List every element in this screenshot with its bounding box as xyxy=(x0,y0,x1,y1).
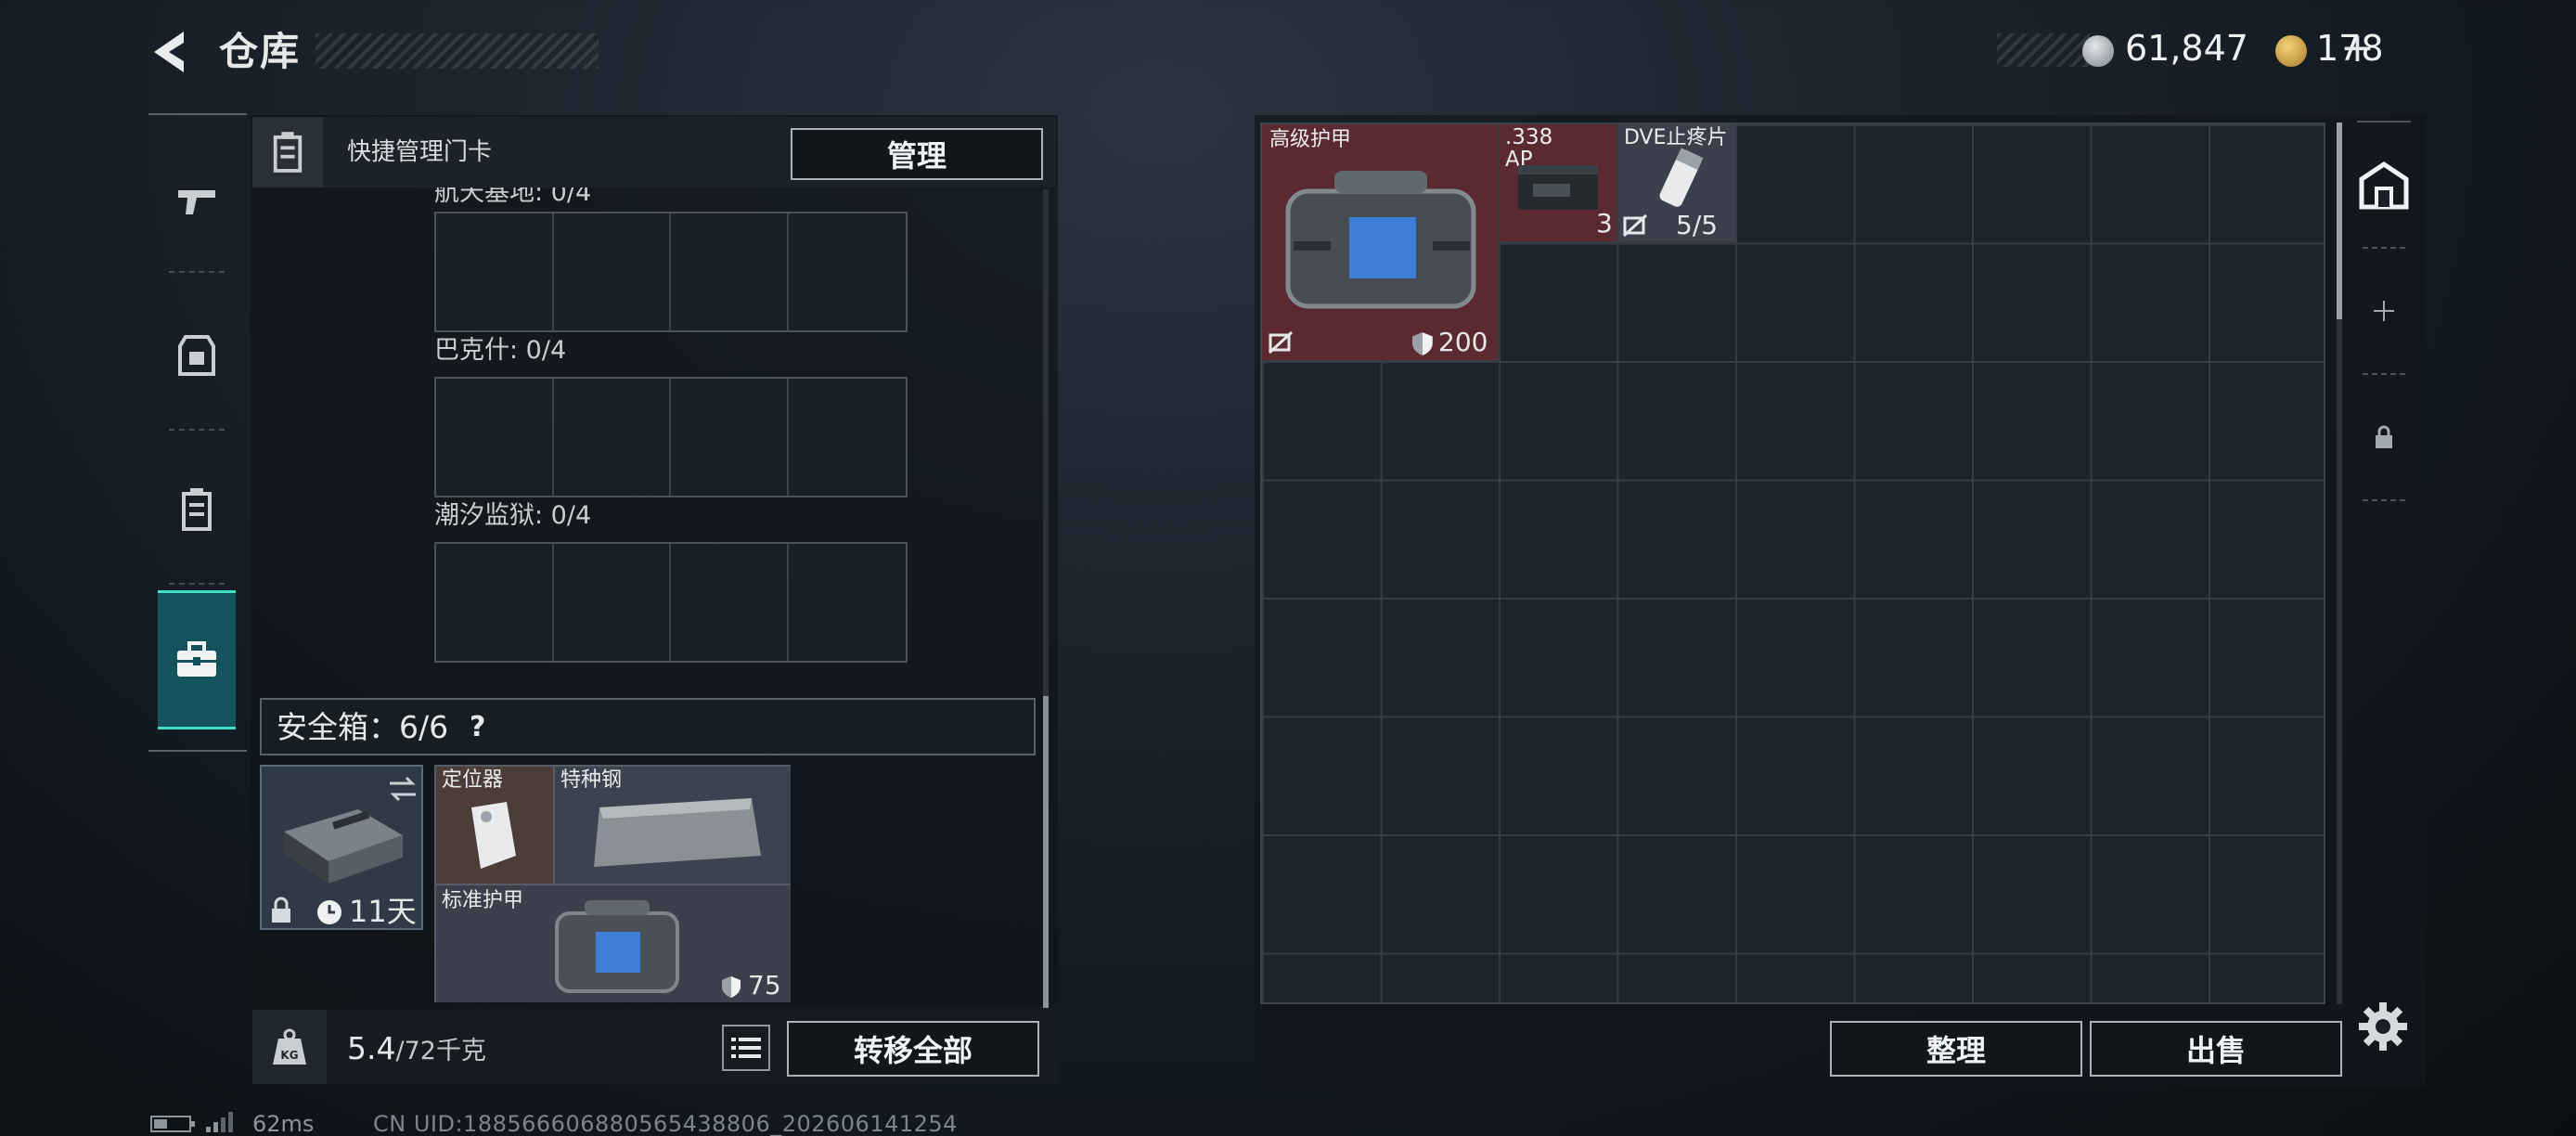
keycard-group-label: 巴克什: 0/4 xyxy=(434,336,567,365)
current-weight: 5.4 xyxy=(347,1030,396,1066)
silver-balance: 61,847 xyxy=(2125,28,2248,69)
signal-icon xyxy=(206,1112,233,1132)
pistol-icon xyxy=(178,190,215,214)
safe-box-slot[interactable]: 11天 xyxy=(260,765,423,930)
item-count: 3 xyxy=(1596,208,1613,239)
sidebar-divider xyxy=(2363,373,2405,375)
keycard-slots[interactable] xyxy=(434,377,908,497)
keycard-case-icon xyxy=(252,117,323,187)
tab-divider xyxy=(169,271,225,273)
stash-scrollbar-thumb[interactable] xyxy=(2337,123,2342,319)
safe-box-timer: 11天 xyxy=(349,894,417,929)
stash-grid[interactable]: 高级护甲 200 .338 AP 3 DVE止疼片 5/5 xyxy=(1260,123,2325,1004)
add-currency-button[interactable]: + xyxy=(2340,28,2375,69)
keycard-case-icon xyxy=(182,488,212,531)
tab-safe-box[interactable] xyxy=(158,590,236,729)
stash-item-dve-painkiller[interactable]: DVE止疼片 5/5 xyxy=(1618,124,1737,243)
sidebar-divider xyxy=(2363,247,2405,249)
lock-icon xyxy=(2376,425,2392,448)
battery-icon xyxy=(150,1116,195,1132)
ammo-box-image xyxy=(1518,165,1598,210)
item-label: 标准护甲 xyxy=(442,889,524,912)
armor-bag-image xyxy=(555,900,679,993)
stash-page-tabs xyxy=(2351,121,2416,503)
weight-readout: 5.4/72千克 xyxy=(347,1028,486,1072)
no-trade-icon xyxy=(1268,330,1294,355)
gold-coin-icon xyxy=(2275,35,2307,67)
tab-weapons[interactable] xyxy=(160,132,234,271)
svg-text:KG: KG xyxy=(280,1049,298,1062)
stash-item-338-ap[interactable]: .338 AP 3 xyxy=(1500,124,1618,243)
gear-icon xyxy=(2359,1002,2407,1051)
weight-icon-box: KG xyxy=(252,1010,327,1084)
steel-bar-image xyxy=(594,798,761,867)
keycard-slots[interactable] xyxy=(434,212,908,332)
silver-coin-icon xyxy=(2082,35,2114,67)
tab-divider xyxy=(169,429,225,431)
tab-keycards[interactable] xyxy=(160,440,234,579)
safe-item-locator[interactable]: 定位器 xyxy=(436,767,555,885)
swap-icon xyxy=(390,776,416,802)
uid-readout: CN UID:1885666068805654388​06_2026061412… xyxy=(373,1111,958,1136)
painkiller-image xyxy=(1659,148,1704,207)
item-label: 高级护甲 xyxy=(1269,128,1352,151)
sort-button[interactable]: 整理 xyxy=(1830,1021,2082,1077)
tab-divider xyxy=(169,583,225,585)
weight-capacity: /72千克 xyxy=(395,1037,486,1065)
warehouse-icon xyxy=(2359,161,2409,210)
back-arrow-icon xyxy=(154,32,184,72)
locked-page-button[interactable] xyxy=(2351,414,2416,460)
list-view-button[interactable] xyxy=(722,1025,770,1071)
category-tabs xyxy=(148,113,247,752)
plus-icon xyxy=(2374,301,2394,321)
clock-icon xyxy=(317,900,341,924)
ping-readout: 62ms xyxy=(252,1111,315,1136)
safe-item-standard-armor[interactable]: 标准护甲 75 xyxy=(436,885,791,1002)
quick-manage-label: 快捷管理门卡 xyxy=(347,138,493,166)
safe-case-image xyxy=(284,809,403,884)
safe-box-title: 安全箱：6/6 xyxy=(277,709,449,745)
keycard-list: 航天基地: 0/4 巴克什: 0/4 潮汐监狱: 0/4 xyxy=(251,187,1039,689)
help-button[interactable]: ? xyxy=(470,711,485,744)
settings-button[interactable] xyxy=(2357,1000,2413,1052)
item-count: 5/5 xyxy=(1676,210,1719,240)
sidebar-divider xyxy=(2357,121,2411,123)
keycard-group-label: 潮汐监狱: 0/4 xyxy=(434,501,592,530)
currency-decoration xyxy=(1997,33,2090,67)
tab-gear[interactable] xyxy=(160,286,234,425)
add-page-button[interactable] xyxy=(2351,288,2416,334)
keycard-group-label: 航天基地: 0/4 xyxy=(434,187,592,207)
sidebar-divider xyxy=(2363,499,2405,501)
title-decoration xyxy=(316,33,599,69)
toolbox-icon xyxy=(177,641,216,677)
durability-shield-icon xyxy=(1412,332,1433,355)
lock-icon xyxy=(272,897,290,923)
manage-button[interactable]: 管理 xyxy=(791,128,1043,180)
locator-image xyxy=(471,802,516,869)
left-scrollbar-thumb[interactable] xyxy=(1043,696,1049,1008)
list-icon xyxy=(731,1038,761,1058)
page-title: 仓库 xyxy=(219,29,302,74)
durability-value: 75 xyxy=(748,970,781,1000)
safe-item-special-steel[interactable]: 特种钢 xyxy=(555,767,791,885)
tab-stash-main[interactable] xyxy=(2351,152,2416,219)
safe-box-grid: 定位器 特种钢 标准护甲 75 xyxy=(434,765,791,1002)
armor-bag-image xyxy=(1285,171,1476,309)
weight-icon: KG xyxy=(273,1028,306,1065)
transfer-all-button[interactable]: 转移全部 xyxy=(787,1021,1039,1077)
durability-shield-icon xyxy=(722,976,741,998)
no-trade-icon xyxy=(1622,213,1648,238)
back-button[interactable] xyxy=(147,26,202,78)
durability-value: 200 xyxy=(1438,327,1488,357)
keycard-slots[interactable] xyxy=(434,542,908,663)
item-label: 定位器 xyxy=(442,768,504,792)
vest-icon xyxy=(178,335,215,376)
stash-item-advanced-armor[interactable]: 高级护甲 200 xyxy=(1262,124,1500,362)
sell-button[interactable]: 出售 xyxy=(2090,1021,2342,1077)
